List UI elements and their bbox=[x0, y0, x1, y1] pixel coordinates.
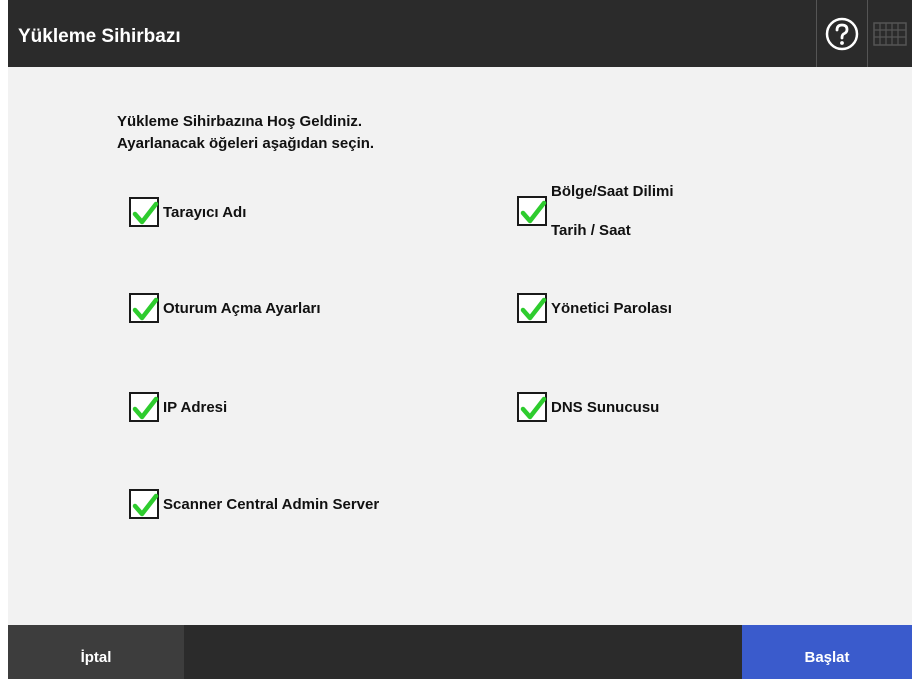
checkmark-icon bbox=[132, 297, 159, 321]
option-scanner-central-admin[interactable]: Scanner Central Admin Server bbox=[129, 489, 379, 519]
option-ip-address[interactable]: IP Adresi bbox=[129, 392, 227, 422]
option-admin-password[interactable]: Yönetici Parolası bbox=[517, 293, 672, 323]
help-icon bbox=[825, 17, 859, 50]
checkmark-icon bbox=[520, 297, 547, 321]
date-time-label: Tarih / Saat bbox=[551, 222, 631, 239]
option-logon-settings[interactable]: Oturum Açma Ayarları bbox=[129, 293, 321, 323]
intro-text: Yükleme Sihirbazına Hoş Geldiniz. Ayarla… bbox=[117, 111, 374, 155]
checkmark-icon bbox=[132, 396, 159, 420]
checkbox-dns-server[interactable] bbox=[517, 392, 547, 422]
window-title: Yükleme Sihirbazı bbox=[18, 26, 181, 47]
option-label: IP Adresi bbox=[163, 398, 228, 416]
checkmark-icon bbox=[132, 493, 159, 517]
instruction-line: Ayarlanacak öğeleri aşağıdan seçin. bbox=[117, 135, 375, 152]
option-scanner-name[interactable]: Tarayıcı Adı bbox=[129, 197, 246, 227]
checkbox-region-datetime[interactable] bbox=[517, 196, 547, 226]
cancel-button[interactable]: İptal bbox=[8, 625, 184, 679]
option-label-group: Bölge/Saat Dilimi Tarih / Saat bbox=[551, 183, 674, 239]
checkbox-scanner-central-admin[interactable] bbox=[129, 489, 159, 519]
option-dns-server[interactable]: DNS Sunucusu bbox=[517, 392, 659, 422]
checkbox-scanner-name[interactable] bbox=[129, 197, 159, 227]
option-label: DNS Sunucusu bbox=[551, 398, 660, 416]
welcome-line: Yükleme Sihirbazına Hoş Geldiniz. bbox=[117, 113, 363, 130]
option-label: Yönetici Parolası bbox=[551, 299, 672, 317]
checkbox-ip-address[interactable] bbox=[129, 392, 159, 422]
title-bar: Yükleme Sihirbazı bbox=[8, 0, 912, 67]
main-panel bbox=[8, 0, 912, 679]
checkbox-admin-password[interactable] bbox=[517, 293, 547, 323]
keyboard-button[interactable] bbox=[868, 0, 912, 67]
keyboard-icon bbox=[873, 21, 907, 46]
option-label: Oturum Açma Ayarları bbox=[163, 299, 321, 317]
region-timezone-label: Bölge/Saat Dilimi bbox=[551, 183, 674, 200]
checkmark-icon bbox=[132, 201, 159, 225]
checkmark-icon bbox=[520, 396, 547, 420]
checkbox-logon-settings[interactable] bbox=[129, 293, 159, 323]
help-button[interactable] bbox=[816, 0, 868, 67]
option-label: Scanner Central Admin Server bbox=[163, 495, 380, 513]
checkmark-icon bbox=[520, 200, 547, 224]
option-region-datetime[interactable]: Bölge/Saat Dilimi Tarih / Saat bbox=[517, 183, 674, 239]
option-label: Tarayıcı Adı bbox=[163, 203, 247, 221]
start-button[interactable]: Başlat bbox=[742, 625, 912, 679]
